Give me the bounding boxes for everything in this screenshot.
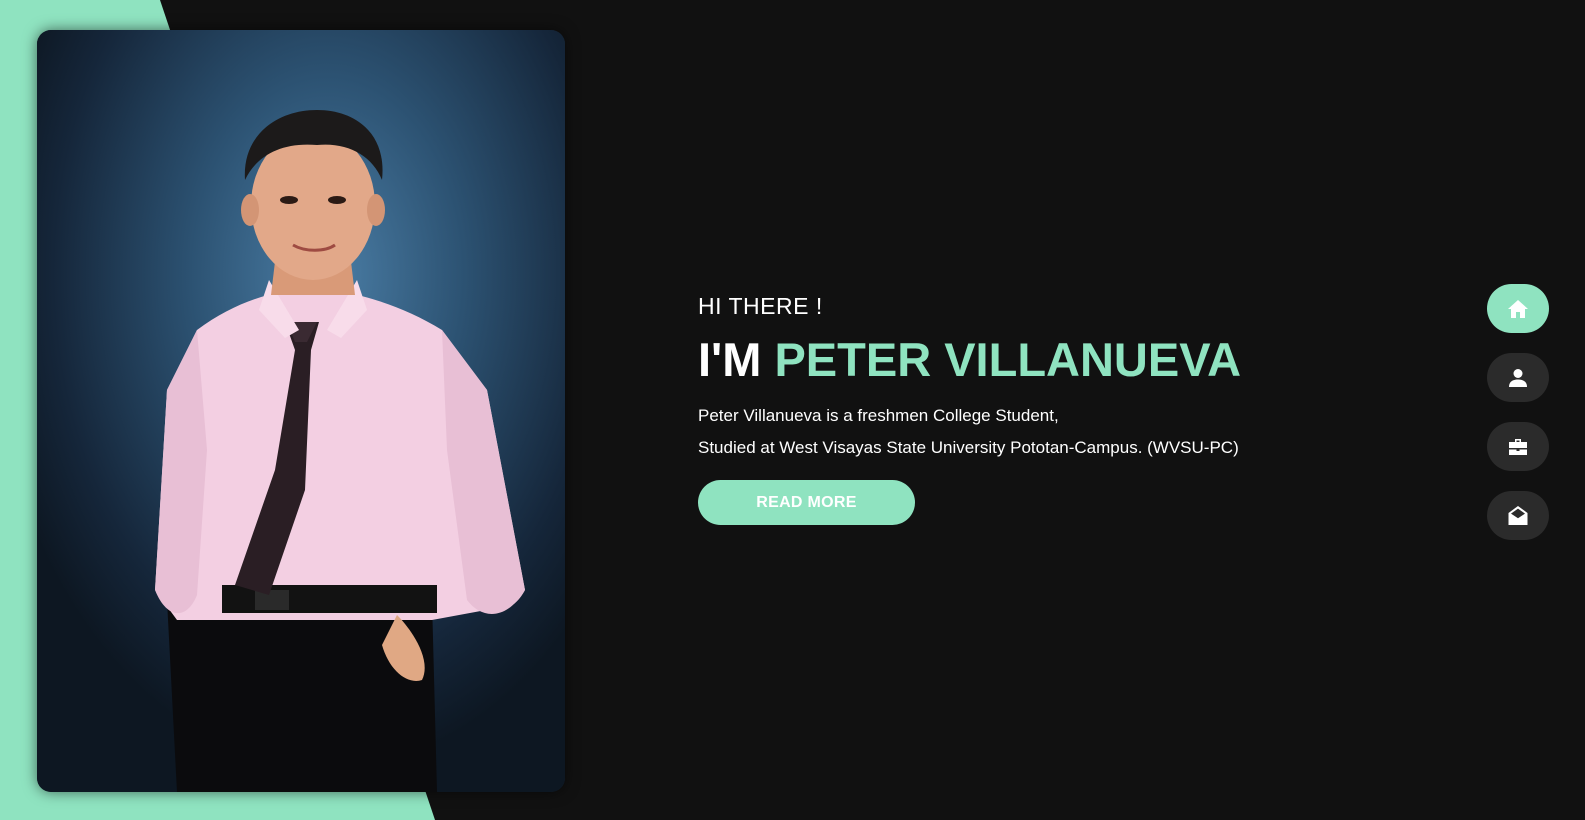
envelope-open-icon	[1508, 505, 1528, 525]
home-page: HI THERE ! I'M PETER VILLANUEVA Peter Vi…	[0, 0, 1585, 820]
read-more-button[interactable]: READ MORE	[698, 480, 915, 525]
greeting-text: HI THERE !	[698, 293, 823, 319]
headline-prefix: I'M	[698, 333, 762, 386]
nav-home-button[interactable]	[1487, 284, 1549, 333]
headline-name: PETER VILLANUEVA	[774, 333, 1242, 386]
home-icon	[1508, 299, 1528, 318]
bio-text: Peter Villanueva is a freshmen College S…	[698, 400, 1241, 464]
briefcase-icon	[1509, 438, 1527, 455]
bio-line-2: Studied at West Visayas State University…	[698, 438, 1239, 457]
nav-contact-button[interactable]	[1487, 491, 1549, 540]
profile-photo	[37, 30, 565, 792]
nav-about-button[interactable]	[1487, 353, 1549, 402]
nav-portfolio-button[interactable]	[1487, 422, 1549, 471]
side-nav	[1487, 284, 1549, 540]
hero-section: HI THERE ! I'M PETER VILLANUEVA Peter Vi…	[698, 292, 1241, 525]
user-icon	[1509, 368, 1527, 387]
headline: I'M PETER VILLANUEVA	[698, 334, 1241, 386]
bio-line-1: Peter Villanueva is a freshmen College S…	[698, 406, 1059, 425]
